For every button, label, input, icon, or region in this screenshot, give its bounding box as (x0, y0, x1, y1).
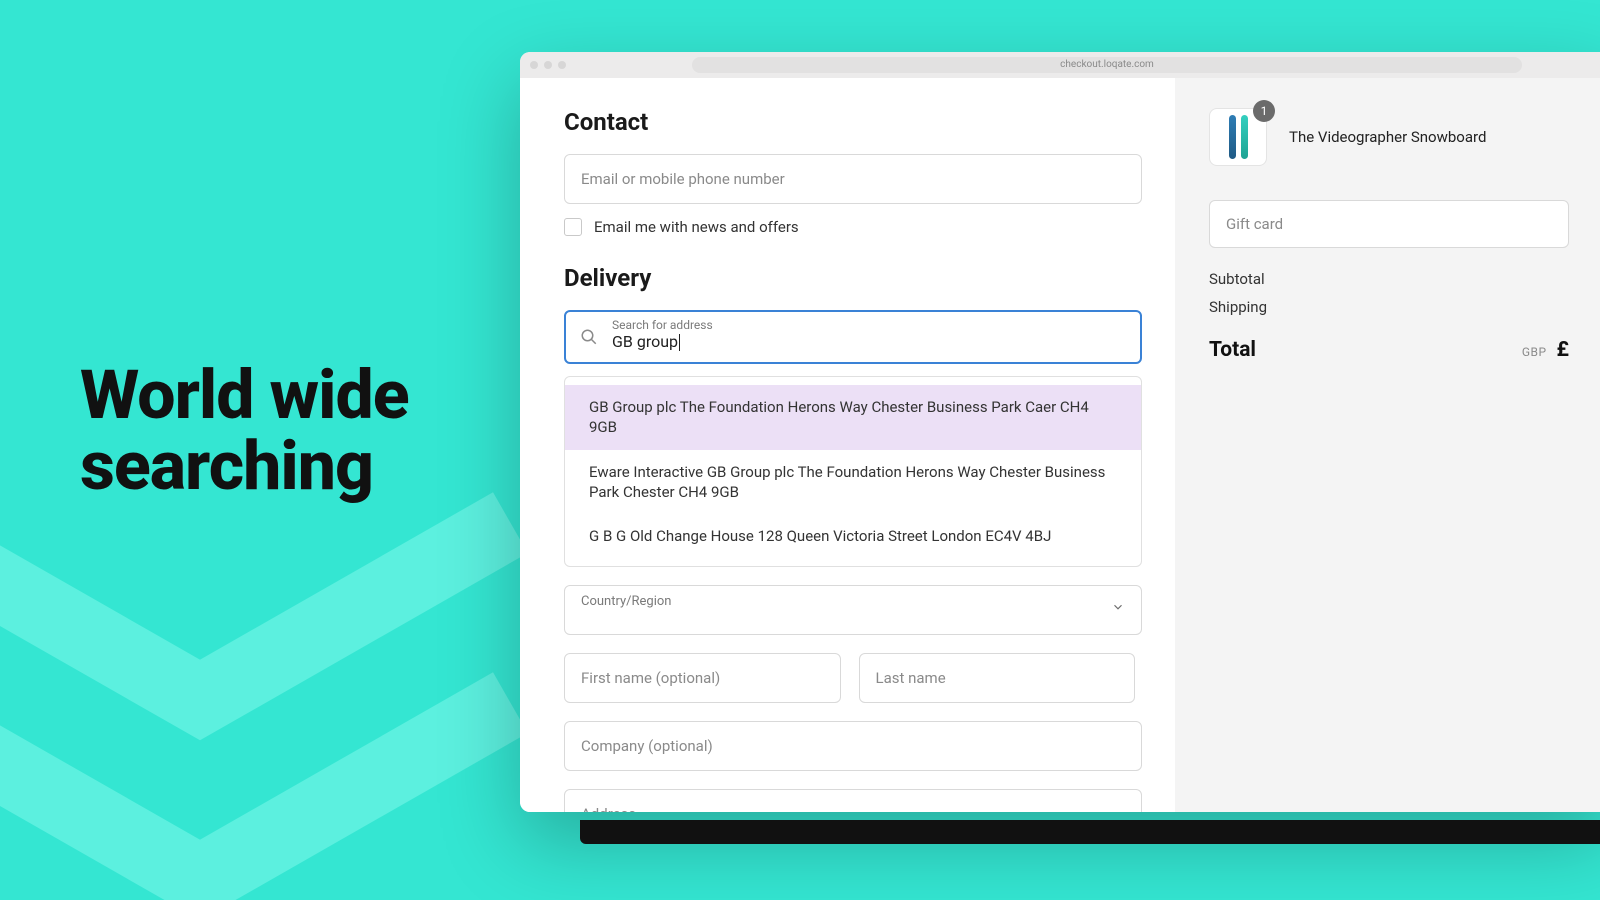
total-row: Total GBP £ (1209, 338, 1569, 362)
total-label: Total (1209, 338, 1256, 362)
delivery-heading: Delivery (564, 264, 1135, 292)
shipping-row: Shipping (1209, 298, 1569, 316)
currency-code: GBP (1522, 345, 1547, 359)
email-field[interactable]: Email or mobile phone number (564, 154, 1142, 204)
first-name-field[interactable]: First name (optional) (564, 653, 841, 703)
suggestion-item[interactable]: G B G Old Change House 128 Queen Victori… (565, 514, 1141, 558)
browser-window: checkout.loqate.com Contact Email or mob… (520, 52, 1600, 812)
subtotal-label: Subtotal (1209, 270, 1265, 288)
url-bar[interactable]: checkout.loqate.com (692, 57, 1522, 73)
checkout-app: Contact Email or mobile phone number Ema… (520, 78, 1600, 812)
hero-line2: searching (80, 426, 373, 506)
subtotal-row: Subtotal (1209, 270, 1569, 288)
checkbox-box (564, 218, 582, 236)
hero-text: World wide searching (80, 360, 409, 503)
snowboard-icon (1229, 115, 1236, 159)
traffic-light-min[interactable] (544, 61, 552, 69)
chevron-down-icon (1111, 600, 1125, 614)
country-select[interactable]: Country/Region (564, 585, 1142, 635)
snowboard-icon (1241, 115, 1248, 159)
search-value: GB group (612, 332, 713, 351)
address-suggestions: GB Group plc The Foundation Herons Way C… (564, 376, 1142, 567)
total-amount: £ (1557, 338, 1569, 362)
country-label: Country/Region (581, 594, 671, 609)
traffic-light-close[interactable] (530, 61, 538, 69)
traffic-light-max[interactable] (558, 61, 566, 69)
text-caret (679, 334, 680, 351)
shipping-label: Shipping (1209, 298, 1267, 316)
address-field[interactable]: Address (564, 789, 1142, 812)
chevron-bg-icon (0, 480, 560, 900)
shadow-strip (580, 820, 1600, 844)
last-name-field[interactable]: Last name (859, 653, 1136, 703)
order-summary: 1 The Videographer Snowboard Gift card S… (1175, 78, 1600, 812)
email-placeholder: Email or mobile phone number (581, 170, 785, 188)
company-field[interactable]: Company (optional) (564, 721, 1142, 771)
search-icon (580, 328, 598, 346)
giftcard-input[interactable]: Gift card (1209, 200, 1569, 248)
hero-line1: World wide (80, 355, 409, 435)
browser-chrome: checkout.loqate.com (520, 52, 1600, 78)
suggestion-item[interactable]: Eware Interactive GB Group plc The Found… (565, 450, 1141, 515)
checkout-form: Contact Email or mobile phone number Ema… (520, 78, 1175, 812)
product-thumb: 1 (1209, 108, 1267, 166)
search-floating-label: Search for address (612, 318, 713, 332)
news-label: Email me with news and offers (594, 218, 799, 236)
qty-badge: 1 (1253, 100, 1275, 122)
contact-heading: Contact (564, 108, 1135, 136)
cart-item: 1 The Videographer Snowboard (1209, 108, 1600, 166)
suggestion-item[interactable]: GB Group plc The Foundation Herons Way C… (565, 385, 1141, 450)
marketing-stage: World wide searching checkout.loqate.com… (0, 0, 1600, 900)
address-search-input[interactable]: Search for address GB group (564, 310, 1142, 364)
news-checkbox[interactable]: Email me with news and offers (564, 218, 1135, 236)
product-name: The Videographer Snowboard (1289, 128, 1486, 146)
